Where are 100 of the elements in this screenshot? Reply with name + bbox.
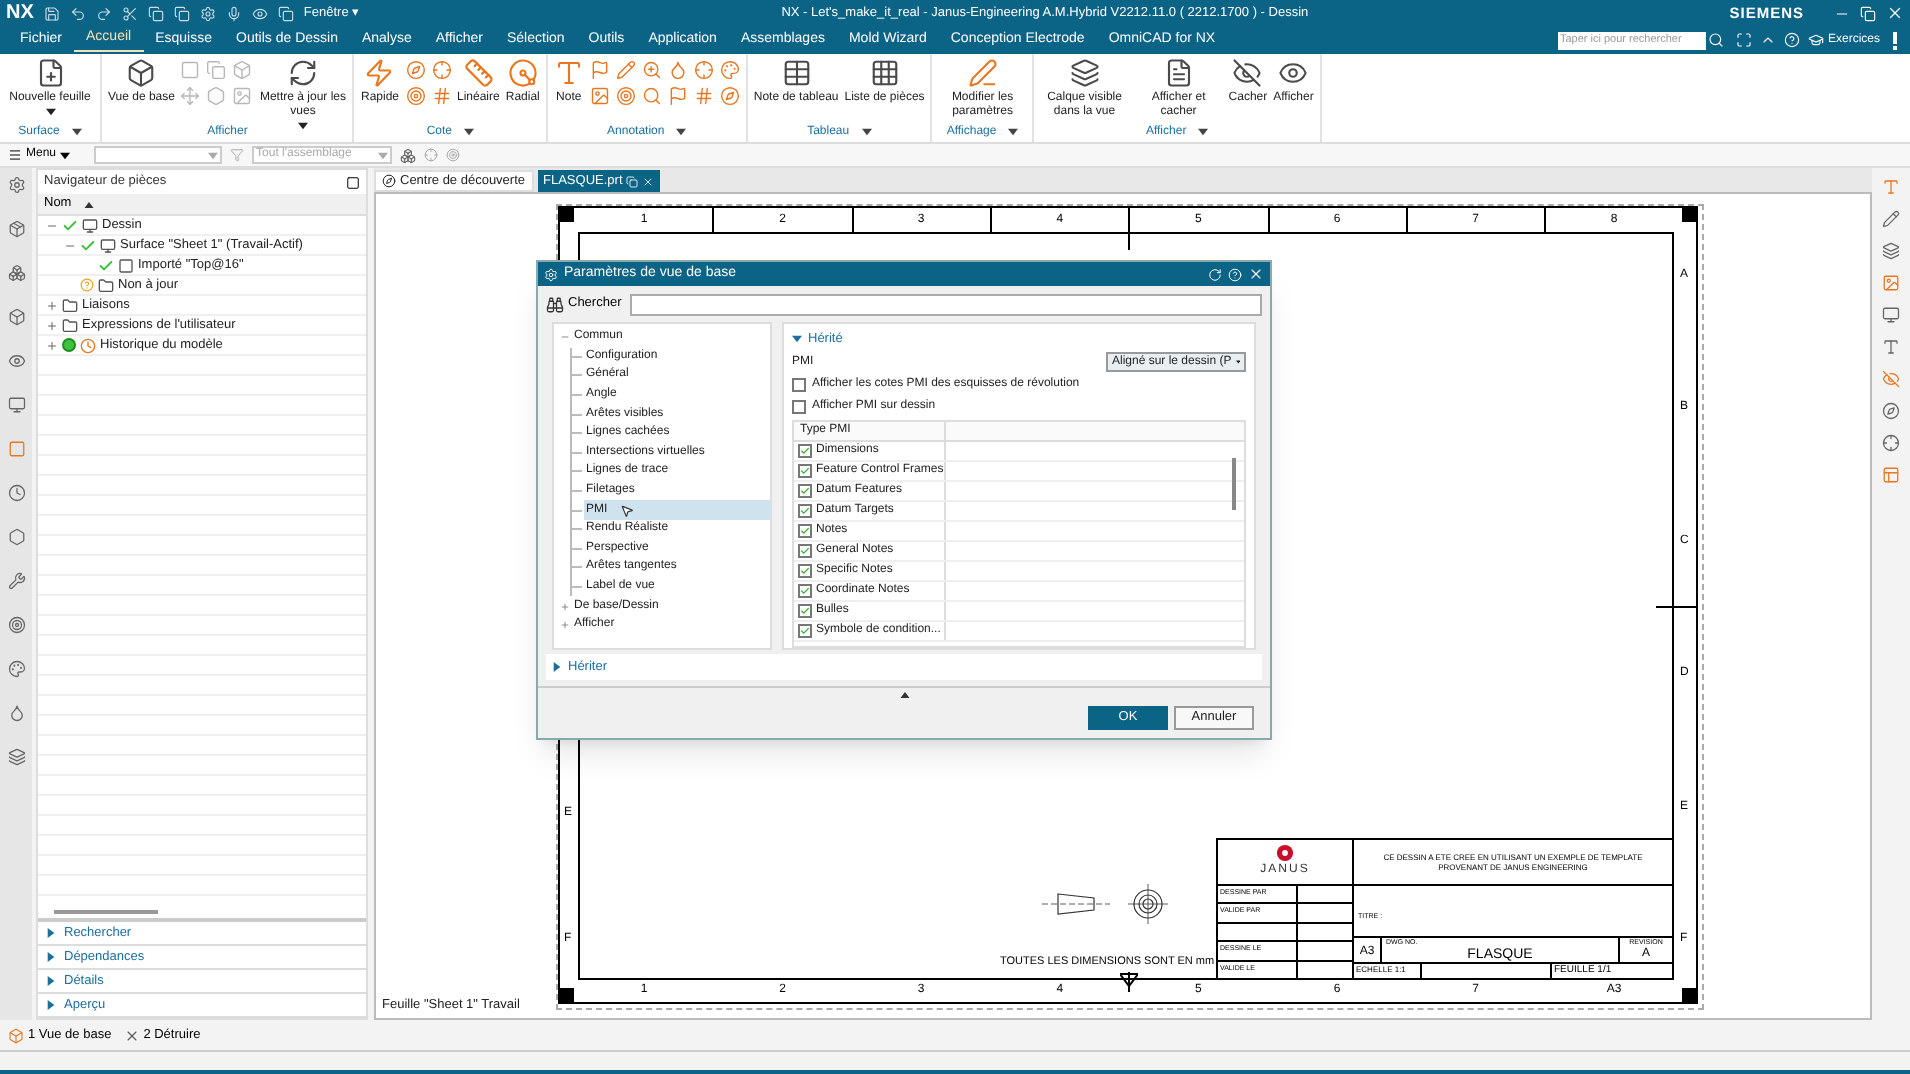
base-view-icon (8, 1027, 24, 1043)
scrollbar[interactable] (1232, 458, 1236, 510)
small-tool-icon[interactable] (431, 86, 451, 106)
small-tool-icon[interactable] (693, 60, 714, 80)
checkbox[interactable] (798, 464, 812, 478)
collapse-arrow-icon[interactable] (899, 692, 909, 698)
caret-icon (60, 151, 71, 159)
group-menu-caret-icon[interactable] (1198, 128, 1209, 136)
resource-icon[interactable] (7, 396, 25, 414)
small-tool-icon[interactable] (405, 86, 425, 106)
small-tool-icon[interactable] (405, 60, 425, 80)
tool-icon[interactable] (1882, 178, 1900, 196)
expand-icon[interactable] (560, 601, 570, 612)
resource-icon[interactable] (7, 308, 25, 326)
fullscreen-icon[interactable] (1735, 32, 1752, 48)
small-tool-icon[interactable] (667, 60, 688, 80)
checkbox[interactable] (798, 544, 812, 558)
expand-icon[interactable] (46, 319, 58, 331)
search-field[interactable] (629, 293, 1262, 315)
help-icon[interactable] (1228, 267, 1242, 281)
resource-icon[interactable] (7, 264, 25, 282)
scrollbar[interactable] (54, 910, 158, 914)
quick-access-icon[interactable] (199, 5, 216, 21)
expand-icon[interactable] (560, 620, 570, 631)
tool-icon[interactable] (1882, 402, 1900, 420)
view-icon (118, 257, 134, 273)
quick-access-icon[interactable] (173, 5, 190, 21)
tool-icon[interactable] (1882, 434, 1900, 452)
help-icon[interactable] (1783, 32, 1800, 48)
close-icon[interactable] (642, 175, 655, 187)
reset-icon[interactable] (1208, 267, 1222, 281)
small-tool-icon[interactable] (641, 60, 662, 80)
folder-icon (62, 317, 78, 333)
collapse-ribbon-icon[interactable] (1759, 32, 1776, 48)
quick-access-icon[interactable] (95, 5, 112, 21)
caret-icon (378, 151, 389, 159)
small-tool-icon[interactable] (615, 60, 636, 80)
resource-icon[interactable] (7, 748, 25, 766)
resource-icon[interactable] (7, 660, 25, 678)
group-menu-caret-icon[interactable] (861, 128, 872, 136)
resource-icon[interactable] (7, 616, 25, 634)
selection-icon[interactable] (400, 147, 417, 163)
tool-icon[interactable] (1882, 210, 1900, 228)
quick-access-icon[interactable] (251, 5, 268, 21)
checkbox[interactable] (798, 524, 812, 538)
resource-icon[interactable] (7, 528, 25, 546)
quick-access-icon[interactable] (277, 5, 294, 21)
group-menu-caret-icon[interactable] (1008, 128, 1019, 136)
resource-icon[interactable] (7, 572, 25, 590)
resource-icon[interactable] (7, 484, 25, 502)
small-tool-icon[interactable] (641, 86, 662, 106)
checkbox[interactable] (798, 484, 812, 498)
checkbox[interactable] (798, 564, 812, 578)
close-icon[interactable] (1886, 4, 1904, 22)
small-tool-icon[interactable] (431, 60, 451, 80)
search-icon[interactable] (1707, 32, 1724, 48)
resource-icon[interactable] (7, 220, 25, 238)
small-tool-icon[interactable] (719, 86, 740, 106)
tool-icon[interactable] (1882, 338, 1900, 356)
binoculars-icon (546, 295, 564, 313)
checkbox[interactable] (798, 504, 812, 518)
checkbox[interactable] (798, 584, 812, 598)
checkbox[interactable] (798, 444, 812, 458)
resource-icon[interactable] (7, 176, 25, 194)
tool-icon[interactable] (1882, 370, 1900, 388)
restore-icon[interactable] (1860, 5, 1876, 21)
small-tool-icon[interactable] (693, 86, 714, 106)
sort-icon[interactable] (83, 201, 94, 207)
quick-access-icon[interactable] (69, 5, 86, 21)
small-tool-icon[interactable] (667, 86, 688, 106)
checkbox[interactable] (798, 624, 812, 638)
quick-access-icon[interactable] (147, 5, 164, 21)
small-tool-icon[interactable] (589, 86, 610, 106)
close-icon[interactable] (1248, 266, 1264, 282)
trapezoid-view-drawing (1042, 890, 1110, 918)
small-tool-icon[interactable] (719, 60, 740, 80)
resource-icon[interactable] (7, 704, 25, 722)
resource-icon[interactable] (7, 352, 25, 370)
checkbox[interactable] (792, 378, 806, 392)
checkbox[interactable] (792, 400, 806, 414)
quick-access-icon[interactable] (43, 5, 60, 21)
lightning-icon (364, 58, 395, 88)
tool-icon[interactable] (1882, 242, 1900, 260)
checkbox[interactable] (798, 604, 812, 618)
group-menu-caret-icon[interactable] (676, 128, 687, 136)
small-tool-icon[interactable] (615, 86, 636, 106)
quick-access-icon[interactable] (225, 5, 242, 21)
maximize-icon[interactable] (346, 175, 360, 189)
tool-icon[interactable] (1882, 274, 1900, 292)
expand-icon[interactable] (46, 339, 58, 351)
group-menu-caret-icon[interactable] (464, 128, 475, 136)
small-tool-icon[interactable] (589, 60, 610, 80)
resource-icon[interactable] (7, 440, 25, 458)
group-menu-caret-icon[interactable] (71, 128, 82, 136)
window-icon (626, 175, 639, 187)
quick-access-icon[interactable] (121, 5, 138, 21)
alert-icon[interactable] (1892, 31, 1898, 49)
tool-icon[interactable] (1882, 306, 1900, 324)
tool-icon[interactable] (1882, 466, 1900, 484)
expand-icon[interactable] (46, 299, 58, 311)
